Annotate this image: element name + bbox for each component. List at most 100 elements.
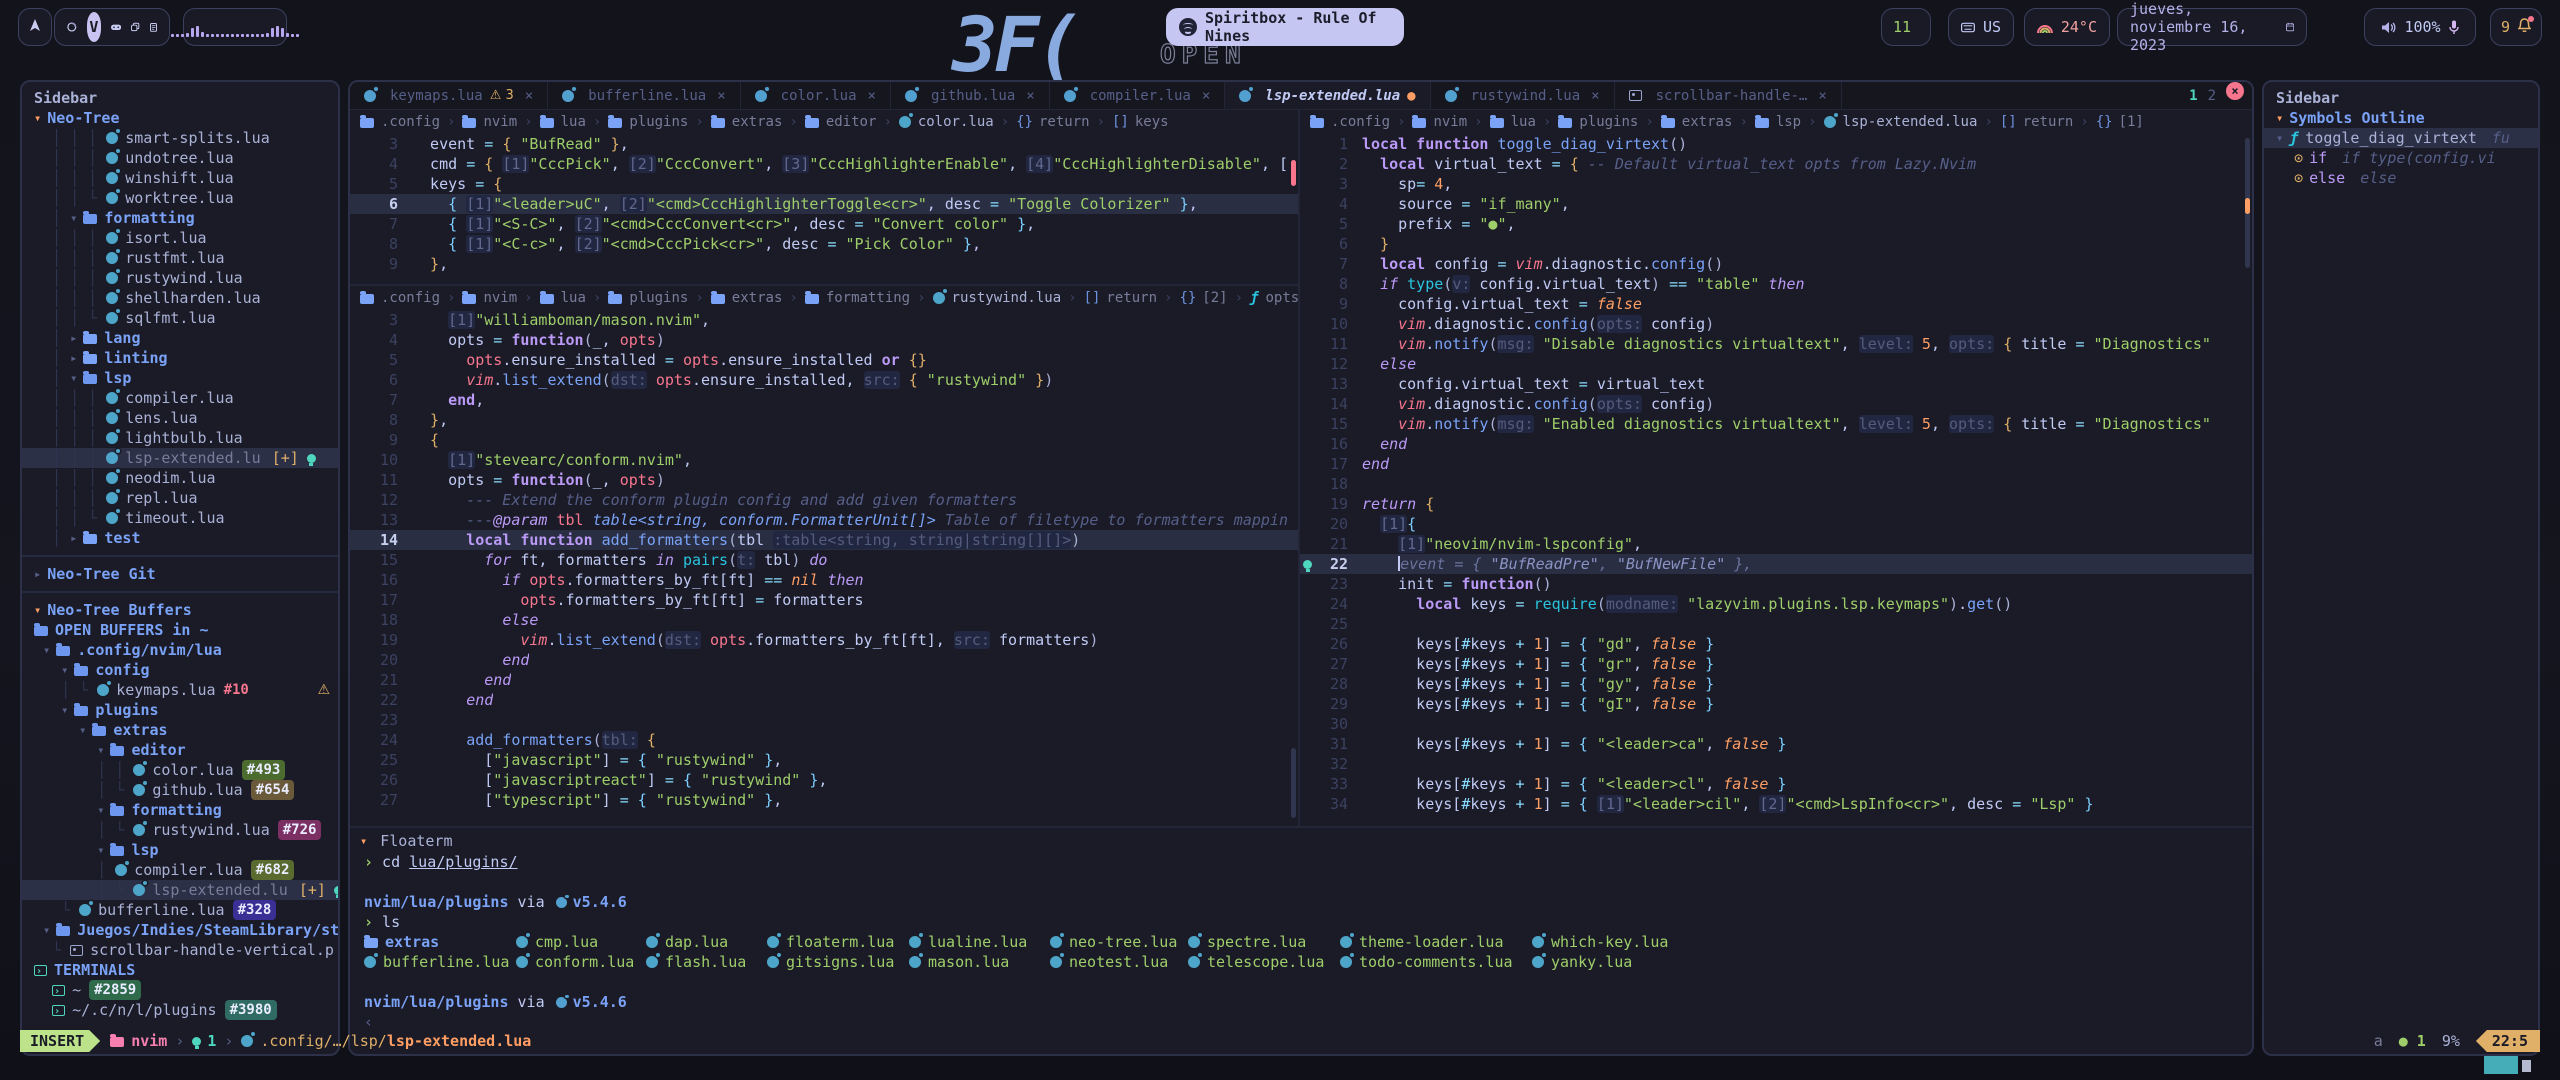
audio-widget[interactable]: 100%	[2364, 8, 2476, 46]
code-line-4[interactable]: 4 source = "if_many",	[1300, 194, 2252, 214]
code-line-7[interactable]: 7 { [1]"<S-C>", [2]"<cmd>CccConvert<cr>"…	[350, 214, 1298, 234]
tab-close-icon[interactable]: ×	[868, 88, 876, 104]
code-line-11[interactable]: 11 vim.notify(msg: "Disable diagnostics …	[1300, 334, 2252, 354]
now-playing-widget[interactable]: Spiritbox - Rule Of Nines	[1166, 8, 1404, 46]
code-line-3[interactable]: 3 [1]"williamboman/mason.nvim",	[350, 310, 1298, 330]
code-line-6[interactable]: 6 { [1]"<leader>uC", [2]"<cmd>CccHighlig…	[350, 194, 1298, 214]
editor-rustywind-code[interactable]: 3 [1]"williamboman/mason.nvim",4 opts = …	[350, 310, 1298, 810]
launcher-button[interactable]	[18, 8, 52, 46]
clock-widget[interactable]: jueves, noviembre 16, 2023	[2117, 8, 2307, 46]
floaterm-section[interactable]: ▾ Floaterm › cd lua/plugins/nvim/lua/plu…	[350, 826, 2252, 1028]
tab-page-current[interactable]: 1	[2189, 88, 2197, 104]
breadcrumb-segment[interactable]: formatting	[805, 290, 910, 306]
code-line-9[interactable]: 9 },	[350, 254, 1298, 274]
statusline-path[interactable]: .config/…/lsp/	[260, 1032, 386, 1050]
code-line-7[interactable]: 7 end,	[350, 390, 1298, 410]
code-line-17[interactable]: 17end	[1300, 454, 2252, 474]
tree-item-plugins[interactable]: ▾plugins	[22, 700, 338, 720]
tree-item-color.lua[interactable]: │ │ color.lua#493	[22, 760, 338, 780]
tree-item-lightbulb.lua[interactable]: │ │ │ lightbulb.lua	[22, 428, 338, 448]
expander-icon[interactable]: ▾	[97, 800, 104, 820]
code-line-17[interactable]: 17 opts.formatters_by_ft[ft] = formatter…	[350, 590, 1298, 610]
breadcrumb-segment[interactable]: extras	[1661, 114, 1733, 130]
notes-icon[interactable]	[150, 20, 157, 35]
breadcrumb-segment[interactable]: lua	[540, 290, 586, 306]
tab-close-icon[interactable]: ×	[1591, 88, 1599, 104]
code-line-5[interactable]: 5 keys = {	[350, 174, 1298, 194]
tab-page-other[interactable]: 2	[2208, 88, 2216, 104]
code-line-4[interactable]: 4 cmd = { [1]"CccPick", [2]"CccConvert",…	[350, 154, 1298, 174]
breadcrumb-segment[interactable]: opts	[1250, 290, 1298, 306]
code-line-28[interactable]: 28 keys[#keys + 1] = { "gy", false }	[1300, 674, 2252, 694]
breadcrumb-segment[interactable]: .config	[360, 290, 440, 306]
breadcrumb-segment[interactable]: nvim	[462, 290, 517, 306]
expander-icon[interactable]: ▾	[2276, 108, 2283, 128]
tree-item-smart-splits.lua[interactable]: │ │ │ smart-splits.lua	[22, 128, 338, 148]
editor-lsp-extended-lua[interactable]: .config›nvim›lua›plugins›extras›lsp›lsp-…	[1300, 110, 2252, 826]
code-line-10[interactable]: 10 vim.diagnostic.config(opts: config)	[1300, 314, 2252, 334]
tree-item-lsp-extended.lu[interactable]: │ └ lsp-extended.lu [+]	[22, 880, 338, 900]
tree-item-toggle-diag-virtext[interactable]: ▾toggle_diag_virtext fu	[2264, 128, 2538, 148]
code-line-8[interactable]: 8 { [1]"<C-c>", [2]"<cmd>CccPick<cr>", d…	[350, 234, 1298, 254]
firefox-icon[interactable]	[67, 19, 77, 35]
tree-item-.config-nvim-lua[interactable]: ▾.config/nvim/lua	[22, 640, 338, 660]
code-line-18[interactable]: 18	[1300, 474, 2252, 494]
tab-close-icon[interactable]: ×	[717, 88, 725, 104]
code-line-3[interactable]: 3 event = { "BufRead" },	[350, 134, 1298, 154]
expander-icon[interactable]: ▾	[43, 920, 50, 940]
code-line-14[interactable]: 14 local function add_formatters(tbl :ta…	[350, 530, 1298, 550]
code-line-33[interactable]: 33 keys[#keys + 1] = { "<leader>cl", fal…	[1300, 774, 2252, 794]
breadcrumb-segment[interactable]: return	[1084, 290, 1157, 306]
code-line-12[interactable]: 12 else	[1300, 354, 2252, 374]
expander-icon[interactable]: ▾	[70, 208, 77, 228]
tree-item---.c-n-l-plugins[interactable]: ~/.c/n/l/plugins#3980	[22, 1000, 338, 1020]
code-line-30[interactable]: 30	[1300, 714, 2252, 734]
code-line-23[interactable]: 23	[350, 710, 1298, 730]
code-line-5[interactable]: 5 prefix = "●",	[1300, 214, 2252, 234]
tab-color.lua[interactable]: color.lua×	[741, 82, 891, 109]
expander-icon[interactable]: ▸	[34, 564, 41, 584]
tree-item-else[interactable]: else else	[2264, 168, 2538, 188]
code-line-8[interactable]: 8 if type(v: config.virtual_text) == "ta…	[1300, 274, 2252, 294]
code-line-25[interactable]: 25 ["javascript"] = { "rustywind" },	[350, 750, 1298, 770]
code-line-4[interactable]: 4 opts = function(_, opts)	[350, 330, 1298, 350]
code-line-14[interactable]: 14 vim.diagnostic.config(opts: config)	[1300, 394, 2252, 414]
code-line-3[interactable]: 3 sp= 4,	[1300, 174, 2252, 194]
breadcrumb-segment[interactable]: keys	[1112, 114, 1169, 130]
code-line-21[interactable]: 21 end	[350, 670, 1298, 690]
code-line-2[interactable]: 2 local virtual_text = { -- Default virt…	[1300, 154, 2252, 174]
breadcrumb-segment[interactable]: [2]	[1179, 290, 1227, 306]
copy-icon[interactable]	[131, 20, 139, 34]
section-neo-tree-buffers[interactable]: ▾Neo-Tree Buffers	[22, 600, 338, 620]
code-line-34[interactable]: 34 keys[#keys + 1] = { [1]"<leader>cil",…	[1300, 794, 2252, 814]
breadcrumb-segment[interactable]: return	[2000, 114, 2073, 130]
breadcrumb-segment[interactable]: plugins	[608, 290, 688, 306]
code-line-23[interactable]: 23 init = function()	[1300, 574, 2252, 594]
tree-item-neodim.lua[interactable]: │ │ │ neodim.lua	[22, 468, 338, 488]
expander-icon[interactable]: ▾	[61, 660, 68, 680]
tab-close-icon[interactable]: ×	[525, 88, 533, 104]
tree-item-open-buffers-in--[interactable]: OPEN BUFFERS in ~	[22, 620, 338, 640]
breadcrumb-segment[interactable]: extras	[711, 290, 783, 306]
expander-icon[interactable]: ▾	[34, 108, 41, 128]
tree-item-github.lua[interactable]: │ └ github.lua#654	[22, 780, 338, 800]
neovim-app-icon[interactable]: V	[87, 12, 101, 42]
code-line-18[interactable]: 18 else	[350, 610, 1298, 630]
breadcrumb-segment[interactable]: extras	[711, 114, 783, 130]
breadcrumb-segment[interactable]: plugins	[608, 114, 688, 130]
tree-item-worktree.lua[interactable]: │ │ └ worktree.lua	[22, 188, 338, 208]
breadcrumb-segment[interactable]: plugins	[1558, 114, 1638, 130]
expander-icon[interactable]: ▾	[43, 640, 50, 660]
code-line-1[interactable]: 1local function toggle_diag_virtext()	[1300, 134, 2252, 154]
breadcrumb-segment[interactable]: nvim	[1412, 114, 1467, 130]
code-line-9[interactable]: 9 {	[350, 430, 1298, 450]
tree-item-repl.lua[interactable]: │ │ │ repl.lua	[22, 488, 338, 508]
expander-icon[interactable]: ▾	[61, 700, 68, 720]
code-line-8[interactable]: 8 },	[350, 410, 1298, 430]
tree-item-lsp[interactable]: │ ▾lsp	[22, 368, 338, 388]
expander-icon[interactable]: ▾	[97, 840, 104, 860]
code-line-6[interactable]: 6 vim.list_extend(dst: opts.ensure_insta…	[350, 370, 1298, 390]
weather-widget[interactable]: 24°C	[2024, 8, 2110, 46]
statusline-cwd[interactable]: nvim	[131, 1032, 167, 1050]
gamepad-icon[interactable]	[111, 21, 121, 33]
